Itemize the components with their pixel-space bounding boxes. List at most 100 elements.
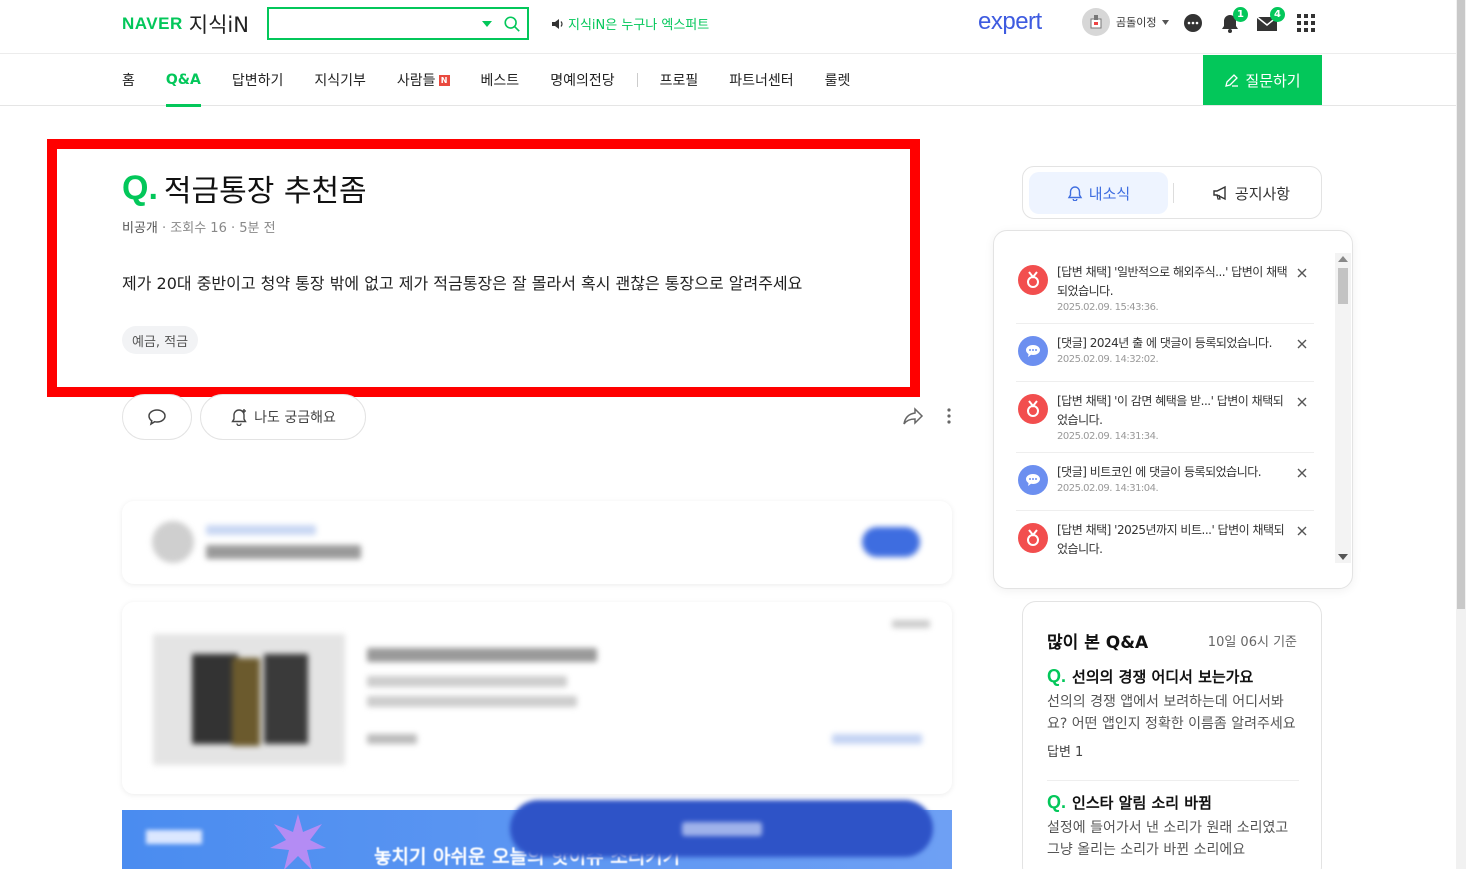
banner-logo-blur — [146, 830, 202, 844]
comment-button[interactable] — [122, 394, 192, 440]
nav-best[interactable]: 베스트 — [481, 54, 520, 106]
adopted-answer-icon — [1018, 523, 1048, 553]
notification-time: 2025.02.09. 14:31:34. — [1057, 431, 1159, 442]
avatar — [1082, 8, 1110, 36]
scroll-thumb[interactable] — [1338, 268, 1348, 304]
notification-text: [답변 채택] '2025년까지 비트...' 답변이 채택되었습니다. — [1057, 523, 1285, 556]
user-menu[interactable]: 곰돌이정 — [1082, 8, 1170, 36]
question-views: 조회수 16 — [170, 221, 227, 236]
tab-my-news-label: 내소식 — [1088, 184, 1131, 203]
search-box — [267, 7, 529, 40]
notification-time: 2025.02.09. 14:32:02. — [1057, 354, 1159, 365]
question-meta: 비공개 · 조회수 16 · 5분 전 — [122, 217, 276, 236]
popular-item-title-text: 선의의 경쟁 어디서 보는가요 — [1072, 668, 1254, 686]
popular-q-mark: Q. — [1047, 666, 1067, 686]
question-title: Q. 적금통장 추천좀 — [122, 166, 367, 210]
nav-divider — [636, 73, 638, 87]
top-notice-link[interactable]: 지식iN은 누구나 엑스퍼트 — [551, 14, 709, 33]
popular-item-title: Q. 인스타 알림 소리 바뀜 — [1047, 792, 1299, 813]
notification-scrollbar[interactable] — [1335, 253, 1351, 563]
pencil-icon — [1225, 73, 1239, 87]
more-options-icon[interactable] — [946, 407, 952, 425]
notification-time: 2025.02.09. 14:31:04. — [1057, 483, 1159, 494]
question-actions: 나도 궁금해요 — [122, 394, 366, 440]
question-body: 제가 20대 중반이고 청약 통장 밖에 없고 제가 적금통장은 잘 몰라서 혹… — [122, 274, 803, 293]
mail-badge: 4 — [1270, 7, 1285, 22]
search-input[interactable] — [275, 12, 465, 35]
notification-text: [답변 채택] '이 감면 혜택을 받...' 답변이 채택되었습니다. — [1057, 394, 1284, 427]
nav-people-label: 사람들 — [396, 73, 436, 89]
nav-answer[interactable]: 답변하기 — [232, 54, 284, 106]
notification-list: [답변 채택] '일반적으로 해외주식...' 답변이 채택되었습니다. 202… — [1016, 253, 1314, 564]
burst-icon — [270, 814, 326, 869]
close-icon[interactable] — [1296, 396, 1308, 408]
curious-button[interactable]: 나도 궁금해요 — [200, 394, 366, 440]
page-scroll-thumb[interactable] — [1457, 0, 1465, 609]
popular-item-desc: 설정에 들어가서 낸 소리가 원래 소리였고 그냥 올리는 소리가 바뀐 소리에… — [1047, 820, 1289, 858]
popular-time: 10일 06시 기준 — [1207, 635, 1297, 650]
question-title-text: 적금통장 추천좀 — [163, 174, 367, 209]
popular-title: 많이 본 Q&A — [1047, 633, 1149, 653]
comment-notification-icon — [1018, 465, 1048, 495]
naver-kin-logo[interactable]: NAVER 지식iN — [122, 10, 249, 38]
adopted-answer-icon — [1018, 394, 1048, 424]
popular-item-answers: 답변 1 — [1047, 745, 1084, 760]
answer-button-label-blur — [681, 821, 762, 836]
popular-item-title: Q. 선의의 경쟁 어디서 보는가요 — [1047, 666, 1299, 687]
tab-notice[interactable]: 공지사항 — [1186, 172, 1316, 214]
bell-plus-icon — [231, 409, 247, 426]
mail-button[interactable]: 4 — [1256, 7, 1285, 34]
right-tabs: 내소식 공지사항 — [1022, 166, 1322, 219]
megaphone-icon — [1213, 185, 1226, 201]
question-tag[interactable]: 예금, 적금 — [122, 326, 199, 354]
talk-icon[interactable] — [1182, 12, 1204, 34]
nav-partner-center[interactable]: 파트너센터 — [729, 54, 793, 106]
notification-bell[interactable]: 1 — [1219, 7, 1248, 34]
scroll-up-arrow-icon[interactable] — [1338, 256, 1348, 262]
share-icon[interactable] — [902, 405, 924, 427]
notification-item[interactable]: [답변 채택] '이 감면 혜택을 받...' 답변이 채택되었습니다. 202… — [1016, 382, 1314, 453]
close-icon[interactable] — [1296, 525, 1308, 537]
app-grid-icon[interactable] — [1295, 12, 1317, 34]
naver-logo-text: NAVER — [122, 14, 183, 33]
nav-profile[interactable]: 프로필 — [660, 54, 699, 106]
close-icon[interactable] — [1296, 467, 1308, 479]
notification-text: [댓글] 비트코인 에 댓글이 등록되었습니다. — [1057, 465, 1262, 479]
popular-item[interactable]: Q. 인스타 알림 소리 바뀜 설정에 들어가서 낸 소리가 원래 소리였고 그… — [1047, 792, 1299, 861]
search-icon[interactable] — [503, 15, 521, 33]
scroll-down-arrow-icon[interactable] — [1338, 554, 1348, 560]
tab-my-news[interactable]: 내소식 — [1029, 172, 1168, 214]
question-author: 비공개 — [122, 221, 158, 236]
close-icon[interactable] — [1296, 267, 1308, 279]
nav-home[interactable]: 홈 — [122, 54, 135, 106]
expert-logo[interactable]: expert — [978, 8, 1042, 36]
nav-qna[interactable]: Q&A — [165, 54, 201, 107]
top-header: NAVER 지식iN 지식iN은 누구나 엑스퍼트 expert 곰돌이정 1 … — [0, 0, 1456, 54]
curious-label: 나도 궁금해요 — [254, 410, 336, 426]
nav-people[interactable]: 사람들 N — [397, 54, 450, 106]
ask-question-button[interactable]: 질문하기 — [1203, 55, 1322, 105]
close-icon[interactable] — [1296, 338, 1308, 350]
nav-hall-of-fame[interactable]: 명예의전당 — [550, 54, 614, 106]
comment-icon — [148, 409, 166, 426]
answer-button-blurred[interactable] — [510, 800, 933, 857]
comment-notification-icon — [1018, 336, 1048, 366]
notification-item[interactable]: [댓글] 비트코인 에 댓글이 등록되었습니다. 2025.02.09. 14:… — [1016, 453, 1314, 511]
user-avatar-icon — [1090, 15, 1102, 29]
notification-item[interactable]: [답변 채택] '일반적으로 해외주식...' 답변이 채택되었습니다. 202… — [1016, 253, 1314, 324]
page-scrollbar[interactable] — [1456, 0, 1466, 869]
adopted-answer-icon — [1018, 265, 1048, 295]
nav-donation[interactable]: 지식기부 — [314, 54, 366, 106]
nav-roulette[interactable]: 룰렛 — [825, 54, 851, 106]
tab-divider — [1173, 183, 1174, 203]
notification-item[interactable]: [댓글] 2024년 출 에 댓글이 등록되었습니다. 2025.02.09. … — [1016, 324, 1314, 382]
search-dropdown-caret-icon[interactable] — [482, 21, 492, 27]
notification-panel: [답변 채택] '일반적으로 해외주식...' 답변이 채택되었습니다. 202… — [993, 230, 1353, 589]
notification-text: [댓글] 2024년 출 에 댓글이 등록되었습니다. — [1057, 336, 1272, 350]
new-badge: N — [438, 74, 450, 86]
notification-text: [답변 채택] '일반적으로 해외주식...' 답변이 채택되었습니다. — [1057, 265, 1288, 298]
popular-q-mark: Q. — [1047, 792, 1067, 812]
popular-item[interactable]: Q. 선의의 경쟁 어디서 보는가요 선의의 경쟁 앱에서 보려하는데 어디서봐… — [1047, 666, 1299, 760]
blurred-ad-card — [122, 602, 952, 794]
notification-item[interactable]: [답변 채택] '2025년까지 비트...' 답변이 채택되었습니다. — [1016, 511, 1314, 564]
